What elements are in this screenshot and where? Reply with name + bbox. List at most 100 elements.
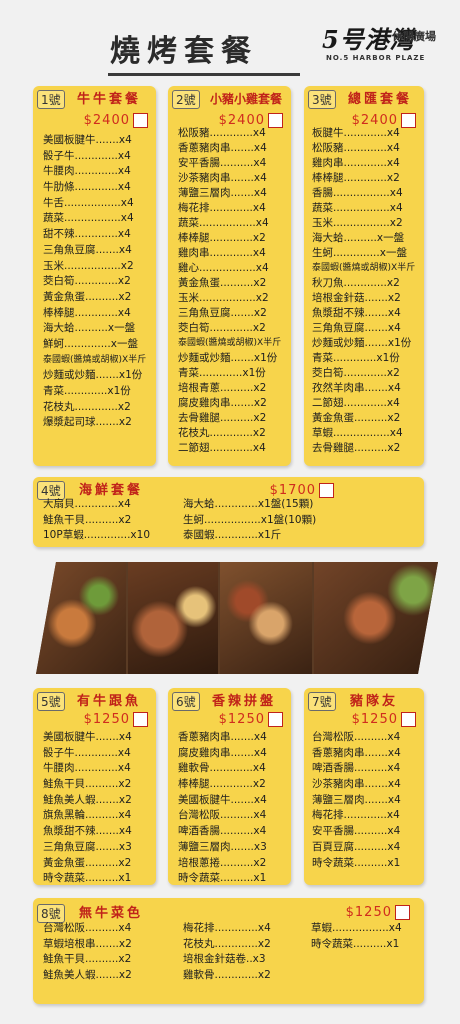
list-item: 玉米.................x2 [178,292,269,304]
list-item: 泰國蝦(醬燒或胡椒)X半斤 [43,354,147,365]
list-item: 10P草蝦..............x10 [43,529,150,542]
list-item: 時令蔬菜..........x1 [311,937,400,950]
price-value: $2400 [83,113,130,128]
list-item: 三角魚豆腐.......x2 [178,307,267,319]
list-item: 雞肉串.............x4 [312,157,400,169]
list-item: 魚漿甜不辣.......x4 [43,825,132,838]
list-item: 去骨雞腿..........x2 [312,442,401,454]
list-item: 香蔥豬肉串.......x4 [178,142,267,154]
list-item: 啤酒香腸..........x4 [178,825,267,838]
item-list: 板腱牛.............x4 松阪豬.............x4 雞肉… [312,126,415,456]
list-item: 黃金魚蛋..........x2 [312,412,401,424]
list-item: 薄鹽三層肉.......x4 [312,793,401,806]
list-item: 草蝦培根串.......x2 [43,937,132,950]
select-checkbox[interactable] [395,905,410,920]
list-item: 三角魚豆腐.......x3 [43,840,132,853]
list-item: 台灣松阪..........x4 [312,731,401,743]
list-item: 泰國蝦(醬燒或胡椒)X半斤 [178,338,282,348]
set-name: 香辣拼盤 [212,694,277,709]
set-card-header: 1號 牛牛套餐 [33,86,156,112]
list-item: 美國板腱牛.......x4 [43,731,132,743]
list-item: 腐皮雞肉串.......x2 [178,397,267,409]
select-checkbox[interactable] [133,113,148,128]
list-item: 時令蔬菜..........x1 [312,856,401,869]
list-item: 棒棒腿.............x2 [178,232,266,244]
page-header: 燒烤套餐 5号港灣 休閒廣場 NO.5 HARBOR PLAZE [0,0,460,82]
item-list-col2: 海大蛤.............x1盤(15顆) 生蚵.............… [183,497,316,544]
set-price: $1250 [346,904,410,922]
list-item: 松阪豬.............x4 [178,127,266,139]
price-value: $1250 [218,712,265,727]
list-item: 茭白筍.............x2 [43,275,131,288]
list-item: 二節翅.............x4 [312,397,400,409]
list-item: 腐皮雞肉串.......x4 [178,746,267,759]
list-item: 時令蔬菜..........x1 [43,872,132,885]
list-item: 黃金魚蛋..........x2 [43,856,132,869]
list-item: 雞軟骨.............x4 [178,762,266,775]
list-item: 二節翅.............x4 [178,442,266,454]
list-item: 薄鹽三層肉.......x3 [178,840,267,853]
select-checkbox[interactable] [401,712,416,727]
list-item: 棒棒腿.............x4 [43,306,131,319]
list-item: 泰國蝦.............x1斤 [183,529,282,542]
list-item: 海大蛤..........x一盤 [312,232,405,244]
set-number: 7號 [308,692,336,711]
list-item: 三角魚豆腐.......x4 [43,243,132,256]
list-item: 板腱牛.............x4 [312,127,400,139]
list-item: 茭白筍.............x2 [312,367,400,379]
list-item: 梅花排.............x4 [312,809,400,822]
set-card-8: 8號 無牛菜色 $1250 台灣松阪..........x4 草蝦培根串....… [33,898,424,1004]
list-item: 青菜.............x1份 [312,352,400,364]
item-list: 台灣松阪..........x4 香蔥豬肉串.......x4 啤酒香腸....… [312,730,401,871]
list-item: 鮭魚干貝..........x2 [43,513,132,526]
list-item: 蔬菜.................x4 [43,212,134,225]
list-item: 培根金針菇卷..x3 [183,953,266,966]
list-item: 泰國蝦(醬燒或胡椒)X半斤 [312,263,416,273]
list-item: 花枝丸.............x2 [183,937,271,950]
list-item: 雞肉串.............x4 [178,247,266,259]
set-card-6: 6號 香辣拼盤 $1250 香蔥豬肉串.......x4 腐皮雞肉串......… [168,688,291,885]
select-checkbox[interactable] [319,483,334,498]
list-item: 秋刀魚.............x2 [312,277,400,289]
bbq-food-photo [220,562,312,674]
list-item: 香蔥豬肉串.......x4 [178,731,267,743]
set-name: 總匯套餐 [348,92,413,107]
list-item: 三角魚豆腐.......x4 [312,322,401,334]
list-item: 鮭魚干貝..........x2 [43,778,132,791]
list-item: 棒棒腿.............x2 [312,172,400,184]
list-item: 甜不辣.............x4 [43,228,131,241]
bbq-food-photo [128,562,218,674]
set-card-4: 4號 海鮮套餐 $1700 大扇貝.............x4 鮭魚干貝...… [33,477,424,547]
list-item: 海大蛤..........x一盤 [43,322,136,335]
price-value: $1250 [345,905,392,920]
set-card-3: 3號 總匯套餐 $2400 板腱牛.............x4 松阪豬....… [304,86,424,466]
set-card-5: 5號 有牛跟魚 $1250 美國板腱牛.......x4 骰子牛........… [33,688,156,885]
list-item: 梅花排.............x4 [178,202,266,214]
brand-logo: 5号港灣 休閒廣場 NO.5 HARBOR PLAZE [322,20,454,75]
set-number: 3號 [308,90,336,109]
list-item: 沙茶豬肉串.......x4 [312,778,401,791]
item-list: 香蔥豬肉串.......x4 腐皮雞肉串.......x4 雞軟骨.......… [178,730,267,887]
list-item: 玉米.................x2 [312,217,403,229]
bbq-food-photo [314,562,438,674]
list-item: 牛肋條.............x4 [43,181,131,194]
set-number: 6號 [172,692,200,711]
list-item: 梅花排.............x4 [183,922,271,934]
select-checkbox[interactable] [268,712,283,727]
list-item: 鮭魚美人蝦.......x2 [43,793,132,806]
list-item: 牛腰肉.............x4 [43,165,131,178]
set-card-1: 1號 牛牛套餐 $2400 美國板腱牛.......x4 骰子牛........… [33,86,156,466]
brand-english: NO.5 HARBOR PLAZE [326,54,426,62]
price-value: $1250 [83,712,130,727]
list-item: 培根金針菇.......x2 [312,292,401,304]
select-checkbox[interactable] [133,712,148,727]
item-list: 美國板腱牛.......x4 骰子牛.............x4 牛腰肉...… [43,730,132,887]
set-card-header: 3號 總匯套餐 [304,86,424,112]
list-item: 炒麵或炒麵.......x1份 [312,337,412,349]
list-item: 大扇貝.............x4 [43,498,131,510]
list-item: 沙茶豬肉串.......x4 [178,172,267,184]
list-item: 玉米.................x2 [43,259,134,272]
list-item: 蔬菜.................x4 [178,217,269,229]
set-card-7: 7號 豬隊友 $1250 台灣松阪..........x4 香蔥豬肉串.....… [304,688,424,885]
set-price: $1250 [352,711,416,729]
